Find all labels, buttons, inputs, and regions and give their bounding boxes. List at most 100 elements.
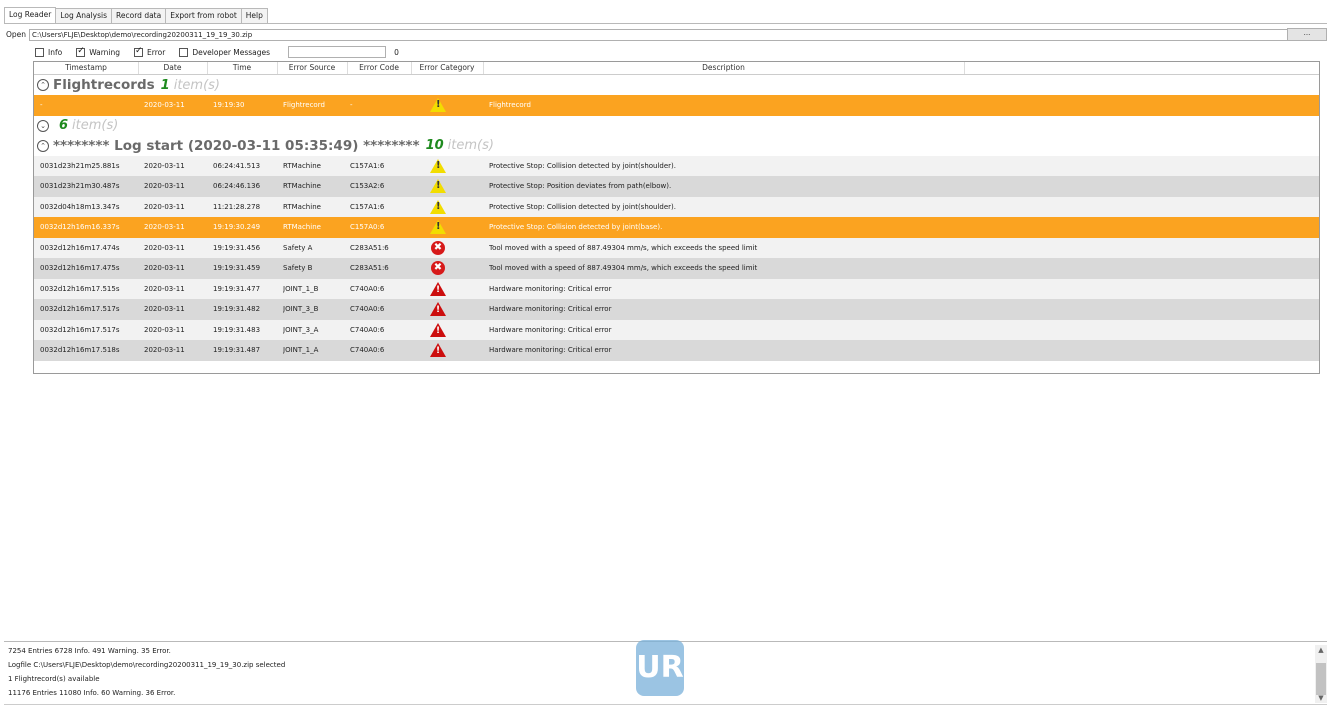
column-header-error-code[interactable]: Error Code xyxy=(347,62,412,74)
timestamp-cell: 0032d12h16m17.515s xyxy=(40,284,120,293)
error-code-cell: C283A51:6 xyxy=(350,264,389,272)
error-source-cell: Safety A xyxy=(283,243,313,252)
group-items-label: item(s) xyxy=(72,118,119,133)
status-line-1: 7254 Entries 6728 Info. 491 Warning. 35 … xyxy=(8,647,171,655)
time-cell: 19:19:30.249 xyxy=(213,223,261,231)
error-checkbox[interactable]: Error xyxy=(134,46,165,57)
info-checkbox-box[interactable] xyxy=(35,47,44,57)
timestamp-cell: 0031d23h21m30.487s xyxy=(40,182,120,190)
timestamp-cell: - xyxy=(40,101,43,109)
tab-log-reader[interactable]: Log Reader xyxy=(4,7,57,23)
date-cell: 2020-03-11 xyxy=(144,284,185,293)
description-cell: Tool moved with a speed of 887.49304 mm/… xyxy=(489,264,758,272)
error-source-cell: Safety B xyxy=(283,264,313,272)
error-code-cell: C740A0:6 xyxy=(350,284,385,293)
column-header-error-category[interactable]: Error Category xyxy=(411,62,484,74)
group-header-flightrecords[interactable]: ⌃ Flightrecords 1 item(s) xyxy=(34,75,1319,95)
file-path-field[interactable]: C:\Users\FLJE\Desktop\demo\recording2020… xyxy=(29,28,1314,41)
column-header-description[interactable]: Description xyxy=(483,62,965,74)
ur-logo: UR xyxy=(636,640,684,696)
table-row[interactable]: 0031d23h21m30.487s 2020-03-11 06:24:46.136… xyxy=(34,176,1319,197)
warning-checkbox-box[interactable] xyxy=(76,46,86,57)
error-code-cell: - xyxy=(350,101,353,109)
error-source-cell: JOINT_1_B xyxy=(283,284,319,293)
error-code-cell: C283A51:6 xyxy=(350,243,389,252)
column-header-timestamp[interactable]: Timestamp xyxy=(34,62,139,74)
description-cell: Flightrecord xyxy=(489,101,531,109)
info-checkbox-label: Info xyxy=(48,47,63,57)
error-checkbox-box[interactable] xyxy=(134,46,144,57)
warning-checkbox[interactable]: Warning xyxy=(76,46,120,57)
date-cell: 2020-03-11 xyxy=(144,346,185,354)
error-category-cell: ✖ xyxy=(422,258,486,279)
table-row[interactable]: 0032d12h16m16.337s 2020-03-11 19:19:30.249… xyxy=(34,217,1319,238)
tab-log-analysis[interactable]: Log Analysis xyxy=(55,8,113,23)
timestamp-cell: 0032d04h18m13.347s xyxy=(40,202,120,211)
error-source-cell: Flightrecord xyxy=(283,101,325,109)
table-row[interactable]: 0032d12h16m17.518s 2020-03-11 19:19:31.487… xyxy=(34,340,1319,361)
warning-icon xyxy=(430,199,446,214)
error-category-cell: ✖ xyxy=(422,238,486,259)
column-header-error-source[interactable]: Error Source xyxy=(277,62,348,74)
error-code-cell: C157A1:6 xyxy=(350,202,385,211)
table-row[interactable]: 0032d04h18m13.347s 2020-03-11 11:21:28.278… xyxy=(34,196,1319,217)
error-code-cell: C157A0:6 xyxy=(350,223,385,231)
time-cell: 19:19:30 xyxy=(213,101,245,109)
scroll-down-icon[interactable]: ▼ xyxy=(1315,693,1327,703)
log-rows: 0031d23h21m25.881s 2020-03-11 06:24:41.513… xyxy=(34,155,1319,361)
column-header-time[interactable]: Time xyxy=(207,62,278,74)
group-title: Flightrecords xyxy=(53,77,155,93)
description-cell: Hardware monitoring: Critical error xyxy=(489,346,612,354)
table-row[interactable]: 0032d12h16m17.517s 2020-03-11 19:19:31.482… xyxy=(34,299,1319,320)
group-header-log-start[interactable]: ⌃ ******** Log start (2020-03-11 05:35:4… xyxy=(34,135,1319,156)
table-row[interactable]: 0032d12h16m17.474s 2020-03-11 19:19:31.456… xyxy=(34,237,1319,259)
error-category-cell xyxy=(422,299,486,320)
tab-export-from-robot[interactable]: Export from robot xyxy=(165,8,242,23)
error-category-cell xyxy=(422,156,486,177)
time-cell: 11:21:28.278 xyxy=(213,202,261,211)
developer-messages-checkbox[interactable]: Developer Messages xyxy=(179,47,270,57)
column-header-date[interactable]: Date xyxy=(138,62,208,74)
tab-divider xyxy=(4,23,1327,24)
search-input[interactable] xyxy=(288,46,387,58)
error-category-cell xyxy=(422,320,486,341)
group-items-label: item(s) xyxy=(173,77,220,93)
log-grid[interactable]: Timestamp Date Time Error Source Error C… xyxy=(33,61,1320,374)
time-cell: 06:24:46.136 xyxy=(213,182,261,190)
group-count: 1 xyxy=(160,77,170,93)
tab-help[interactable]: Help xyxy=(240,8,268,23)
warning-icon xyxy=(430,179,446,193)
developer-messages-checkbox-box[interactable] xyxy=(179,47,189,57)
error-category-cell xyxy=(422,217,486,238)
table-row[interactable]: 0032d12h16m17.475s 2020-03-11 19:19:31.459… xyxy=(34,258,1319,279)
table-row[interactable]: 0032d12h16m17.517s 2020-03-11 19:19:31.483… xyxy=(34,319,1319,341)
time-cell: 19:19:31.483 xyxy=(213,325,261,334)
expand-icon[interactable]: ⌄ xyxy=(37,119,49,132)
error-category-cell xyxy=(422,340,486,361)
collapse-icon[interactable]: ⌃ xyxy=(37,139,49,152)
error-source-cell: RTMachine xyxy=(283,161,321,170)
browse-button[interactable]: ... xyxy=(1287,28,1327,41)
info-checkbox[interactable]: Info xyxy=(35,47,63,57)
filter-count: 0 xyxy=(394,47,399,57)
table-row[interactable]: 0032d12h16m17.515s 2020-03-11 19:19:31.477… xyxy=(34,278,1319,299)
date-cell: 2020-03-11 xyxy=(144,182,185,190)
collapse-icon[interactable]: ⌃ xyxy=(37,79,49,91)
timestamp-cell: 0032d12h16m17.475s xyxy=(40,264,120,272)
status-scrollbar[interactable]: ▲ ▼ xyxy=(1315,645,1327,703)
scroll-up-icon[interactable]: ▲ xyxy=(1315,645,1327,655)
scroll-thumb[interactable] xyxy=(1316,663,1326,695)
error-icon: ✖ xyxy=(431,240,445,255)
tab-record-data[interactable]: Record data xyxy=(111,8,167,23)
error-source-cell: JOINT_3_B xyxy=(283,305,319,313)
timestamp-cell: 0031d23h21m25.881s xyxy=(40,161,120,170)
timestamp-cell: 0032d12h16m17.518s xyxy=(40,346,120,354)
table-row[interactable]: - 2020-03-11 19:19:30 Flightrecord - Flightre… xyxy=(34,95,1319,116)
table-row[interactable]: 0031d23h21m25.881s 2020-03-11 06:24:41.513… xyxy=(34,155,1319,177)
status-line-4: 11176 Entries 11080 Info. 60 Warning. 36… xyxy=(8,689,176,697)
warning-icon xyxy=(430,158,446,173)
group-header-empty[interactable]: ⌄ 6 item(s) xyxy=(34,115,1319,136)
description-cell: Hardware monitoring: Critical error xyxy=(489,305,612,313)
warning-icon xyxy=(430,220,446,234)
description-cell: Hardware monitoring: Critical error xyxy=(489,284,612,293)
